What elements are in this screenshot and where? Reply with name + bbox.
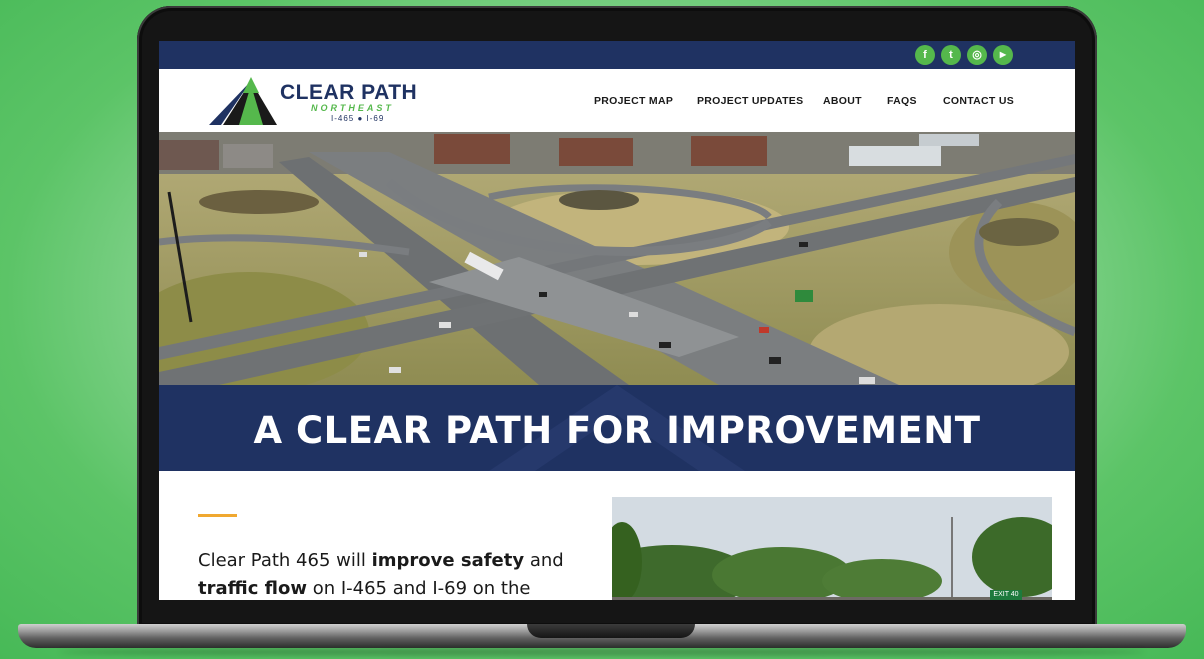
headline-banner: A CLEAR PATH FOR IMPROVEMENT <box>159 385 1075 471</box>
accent-divider <box>198 514 237 517</box>
exit-sign: EXIT 40 <box>990 590 1022 600</box>
facebook-icon[interactable]: f <box>915 45 935 65</box>
banner-title: A CLEAR PATH FOR IMPROVEMENT <box>253 409 981 452</box>
twitter-icon[interactable]: t <box>941 45 961 65</box>
intro-text-2: and <box>524 550 564 571</box>
logo-routes: I-465 ● I-69 <box>331 114 385 123</box>
clear-path-logo[interactable]: CLEAR PATH NORTHEAST I-465 ● I-69 <box>209 75 419 125</box>
logo-title: CLEAR PATH <box>280 81 418 104</box>
youtube-icon[interactable]: ▶ <box>993 45 1013 65</box>
road-logo-icon <box>209 77 277 125</box>
intro-text-3: on I-465 and I-69 on the <box>306 578 531 599</box>
intro-text-1: Clear Path 465 will <box>198 550 372 571</box>
nav-contact-us[interactable]: CONTACT US <box>943 95 1014 107</box>
nav-project-updates[interactable]: PROJECT UPDATES <box>697 95 803 107</box>
nav-faqs[interactable]: FAQS <box>887 95 917 107</box>
laptop-notch <box>527 624 695 638</box>
instagram-icon[interactable]: ◎ <box>967 45 987 65</box>
nav-about[interactable]: ABOUT <box>823 95 862 107</box>
logo-subtitle: NORTHEAST <box>311 103 394 113</box>
laptop-screen: f t ◎ ▶ CLEAR PATH NORTHEAST I-465 ● I-6… <box>159 41 1075 600</box>
roadside-illustration <box>612 497 1052 600</box>
intro-paragraph: Clear Path 465 will improve safety and t… <box>198 547 568 600</box>
site-header: CLEAR PATH NORTHEAST I-465 ● I-69 PROJEC… <box>159 69 1075 132</box>
highway-side-photo <box>612 497 1052 600</box>
nav-project-map[interactable]: PROJECT MAP <box>594 95 673 107</box>
hero-aerial-photo <box>159 132 1075 385</box>
intro-bold-traffic: traffic flow <box>198 578 307 599</box>
interchange-illustration <box>159 132 1075 385</box>
intro-bold-safety: improve safety <box>371 550 525 571</box>
laptop-shadow <box>60 648 1144 656</box>
top-utility-bar: f t ◎ ▶ <box>159 41 1075 69</box>
